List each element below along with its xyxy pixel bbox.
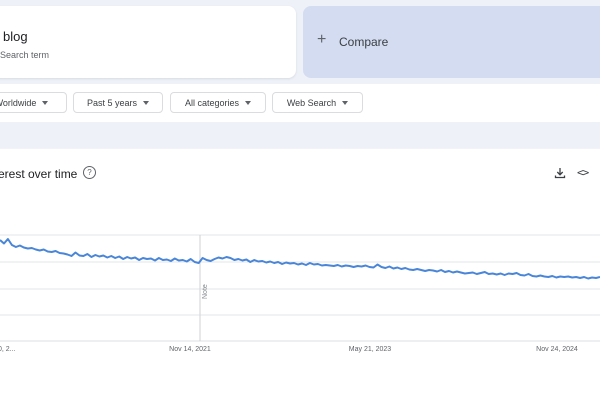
search-term-card[interactable]: blog Search term	[0, 6, 296, 78]
series-line[interactable]	[0, 238, 600, 280]
filter-search-type-label: Web Search	[286, 97, 337, 108]
filter-region-dropdown[interactable]: Worldwide	[0, 92, 67, 113]
compare-label: Compare	[339, 35, 389, 49]
filter-time-label: Past 5 years	[86, 97, 138, 108]
filter-region-label: Worldwide	[0, 97, 37, 108]
filter-category-label: All categories	[184, 97, 240, 108]
note-annotation[interactable]: Note	[202, 284, 209, 299]
interest-chart: Note 0, 2... Nov 14, 2021 May 21, 2023 Nov 2…	[0, 234, 600, 353]
caret-down-icon	[342, 100, 349, 105]
filter-category-dropdown[interactable]: All categories	[170, 92, 266, 113]
search-term-name[interactable]: blog	[3, 29, 28, 44]
x-tick-label: 0, 2...	[0, 346, 16, 353]
x-tick-label: May 21, 2023	[349, 346, 392, 353]
search-term-subtitle: Search term	[0, 50, 50, 60]
filter-time-dropdown[interactable]: Past 5 years	[73, 92, 163, 113]
plus-icon: +	[317, 31, 327, 48]
caret-down-icon	[245, 100, 252, 105]
x-tick-label: Nov 14, 2021	[169, 346, 211, 353]
caret-down-icon	[42, 100, 49, 105]
compare-button[interactable]: + Compare	[303, 6, 600, 78]
filter-bar: Worldwide Past 5 years All categories We…	[0, 84, 600, 122]
caret-down-icon	[143, 100, 150, 105]
x-tick-label: Nov 24, 2024	[536, 346, 578, 353]
filter-search-type-dropdown[interactable]: Web Search	[272, 92, 363, 113]
